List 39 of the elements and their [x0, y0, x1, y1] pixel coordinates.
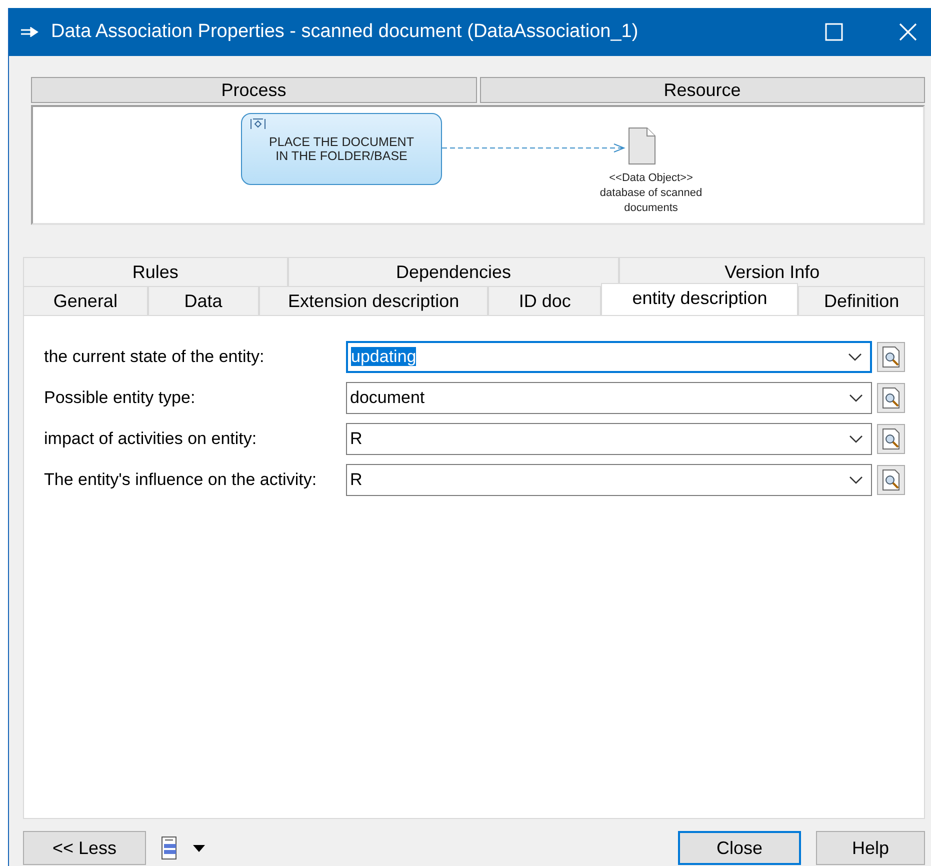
tab[interactable]: Definition: [798, 286, 925, 315]
field-label: Possible entity type:: [43, 388, 196, 408]
column-header[interactable]: Resource: [480, 77, 925, 103]
properties-button[interactable]: [877, 382, 905, 412]
process-icon: [250, 118, 266, 130]
properties-button[interactable]: [877, 464, 905, 494]
document-icon: [628, 127, 656, 165]
tab[interactable]: General: [23, 286, 148, 315]
column-header[interactable]: Process: [31, 77, 476, 103]
tab[interactable]: entity description: [601, 283, 798, 315]
dropdown-field[interactable]: R: [346, 422, 872, 454]
close-dialog-button[interactable]: Close: [678, 831, 801, 865]
dropdown-field[interactable]: R: [346, 464, 872, 496]
field-label: the current state of the entity:: [43, 346, 266, 366]
tab[interactable]: Version Info: [619, 257, 925, 286]
properties-button[interactable]: [877, 424, 905, 454]
maximize-icon[interactable]: [825, 23, 843, 41]
window-title: Data Association Properties - scanned document (DataAssociation_1): [51, 21, 640, 43]
field-label: The entity's influence on the activity:: [43, 470, 318, 490]
tab[interactable]: Data: [148, 286, 259, 315]
close-icon[interactable]: [899, 23, 917, 41]
field-label: impact of activities on entity:: [43, 428, 258, 448]
tab[interactable]: Rules: [23, 257, 288, 286]
dropdown-caret-icon[interactable]: [193, 844, 205, 852]
help-button[interactable]: Help: [816, 831, 925, 865]
tab[interactable]: ID doc: [488, 286, 602, 315]
chevron-icon: [849, 394, 863, 402]
chevron-icon: [848, 352, 862, 360]
chevron-icon: [849, 476, 863, 484]
arrow-icon: [21, 27, 39, 37]
process-node: PLACE THE DOCUMENT IN THE FOLDER/BASE: [241, 113, 442, 185]
properties-button[interactable]: [877, 342, 905, 372]
dropdown-field[interactable]: document: [346, 382, 872, 414]
less-button[interactable]: << Less: [23, 831, 146, 865]
tab[interactable]: Dependencies: [288, 257, 620, 286]
chevron-icon: [849, 434, 863, 442]
dropdown-field[interactable]: updating: [346, 340, 872, 372]
tab[interactable]: Extension description: [258, 286, 488, 315]
data-object-label: <<Data Object>> database of scanned documents: [598, 171, 704, 216]
